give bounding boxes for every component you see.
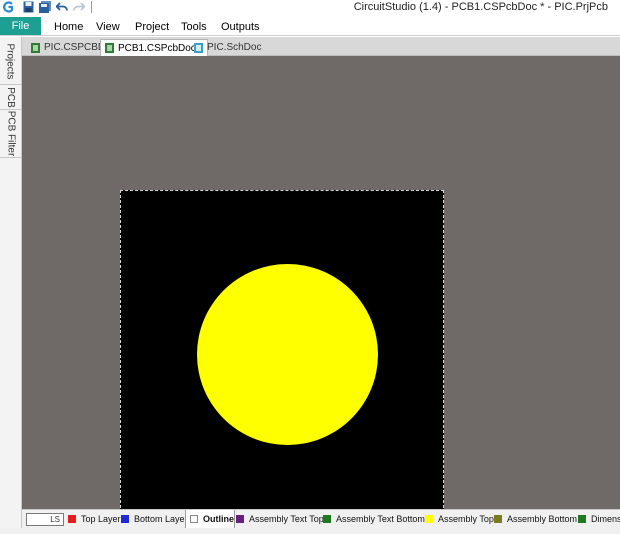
layer-tab-assembly-bottom[interactable]: Assembly Bottom bbox=[490, 510, 577, 528]
schematic-doc-icon bbox=[194, 42, 203, 53]
layer-swatch bbox=[494, 515, 502, 523]
file-menu-button[interactable]: File bbox=[0, 17, 41, 35]
layer-swatch bbox=[68, 515, 76, 523]
title-bar: CircuitStudio (1.4) - PCB1.CSPcbDoc * - … bbox=[0, 0, 620, 15]
layer-tab-assembly-text-top[interactable]: Assembly Text Top bbox=[232, 510, 324, 528]
document-tabs: PIC.CSPCBDoc PCB1.CSPcbDoc * PIC.SchDoc bbox=[22, 37, 620, 56]
layer-tab-assembly-top[interactable]: Assembly Top bbox=[421, 510, 494, 528]
layer-swatch bbox=[425, 515, 433, 523]
layer-tab-dimensions[interactable]: Dimensions bbox=[574, 510, 620, 528]
side-panel-tabs: Projects PCB PCB Filter bbox=[0, 37, 22, 534]
panel-tab-pcb-filter[interactable]: PCB Filter bbox=[0, 110, 21, 158]
status-bar bbox=[0, 528, 620, 534]
save-all-icon[interactable] bbox=[38, 0, 51, 14]
layer-tab-bottom-layer[interactable]: Bottom Layer bbox=[117, 510, 188, 528]
app-logo-icon[interactable] bbox=[1, 0, 15, 14]
layer-swatch bbox=[236, 515, 244, 523]
pcb-doc-icon bbox=[31, 42, 40, 53]
pcb-workspace[interactable] bbox=[22, 56, 620, 513]
layer-tab-top-layer[interactable]: Top Layer bbox=[64, 510, 121, 528]
layer-swatch bbox=[323, 515, 331, 523]
ribbon-menu: File Home View Project Tools Outputs bbox=[0, 15, 620, 36]
redo-icon[interactable] bbox=[72, 0, 85, 14]
toolbar-separator bbox=[90, 0, 94, 14]
menu-project[interactable]: Project bbox=[135, 21, 169, 33]
pcb-doc-icon bbox=[105, 43, 114, 53]
layer-swatch bbox=[578, 515, 586, 523]
layer-set-selector[interactable]: LS bbox=[26, 513, 64, 526]
panel-tab-projects[interactable]: Projects bbox=[0, 39, 21, 85]
layer-tab-outline[interactable]: Outline bbox=[185, 510, 235, 528]
layer-swatch bbox=[121, 515, 129, 523]
layer-swatch bbox=[190, 515, 198, 523]
menu-outputs[interactable]: Outputs bbox=[221, 21, 260, 33]
layer-tab-assembly-text-bottom[interactable]: Assembly Text Bottom bbox=[319, 510, 425, 528]
panel-tab-pcb[interactable]: PCB bbox=[0, 85, 21, 110]
window-title: CircuitStudio (1.4) - PCB1.CSPcbDoc * - … bbox=[353, 1, 608, 13]
save-icon[interactable] bbox=[22, 0, 34, 14]
doc-tab-pic-schdoc[interactable]: PIC.SchDoc bbox=[190, 39, 266, 56]
menu-view[interactable]: View bbox=[96, 21, 120, 33]
layer-tabs-bar: LS Top Layer Bottom Layer Outline Assemb… bbox=[22, 509, 620, 528]
menu-tools[interactable]: Tools bbox=[181, 21, 207, 33]
undo-icon[interactable] bbox=[55, 0, 68, 14]
circular-pad[interactable] bbox=[197, 264, 378, 445]
menu-home[interactable]: Home bbox=[54, 21, 83, 33]
